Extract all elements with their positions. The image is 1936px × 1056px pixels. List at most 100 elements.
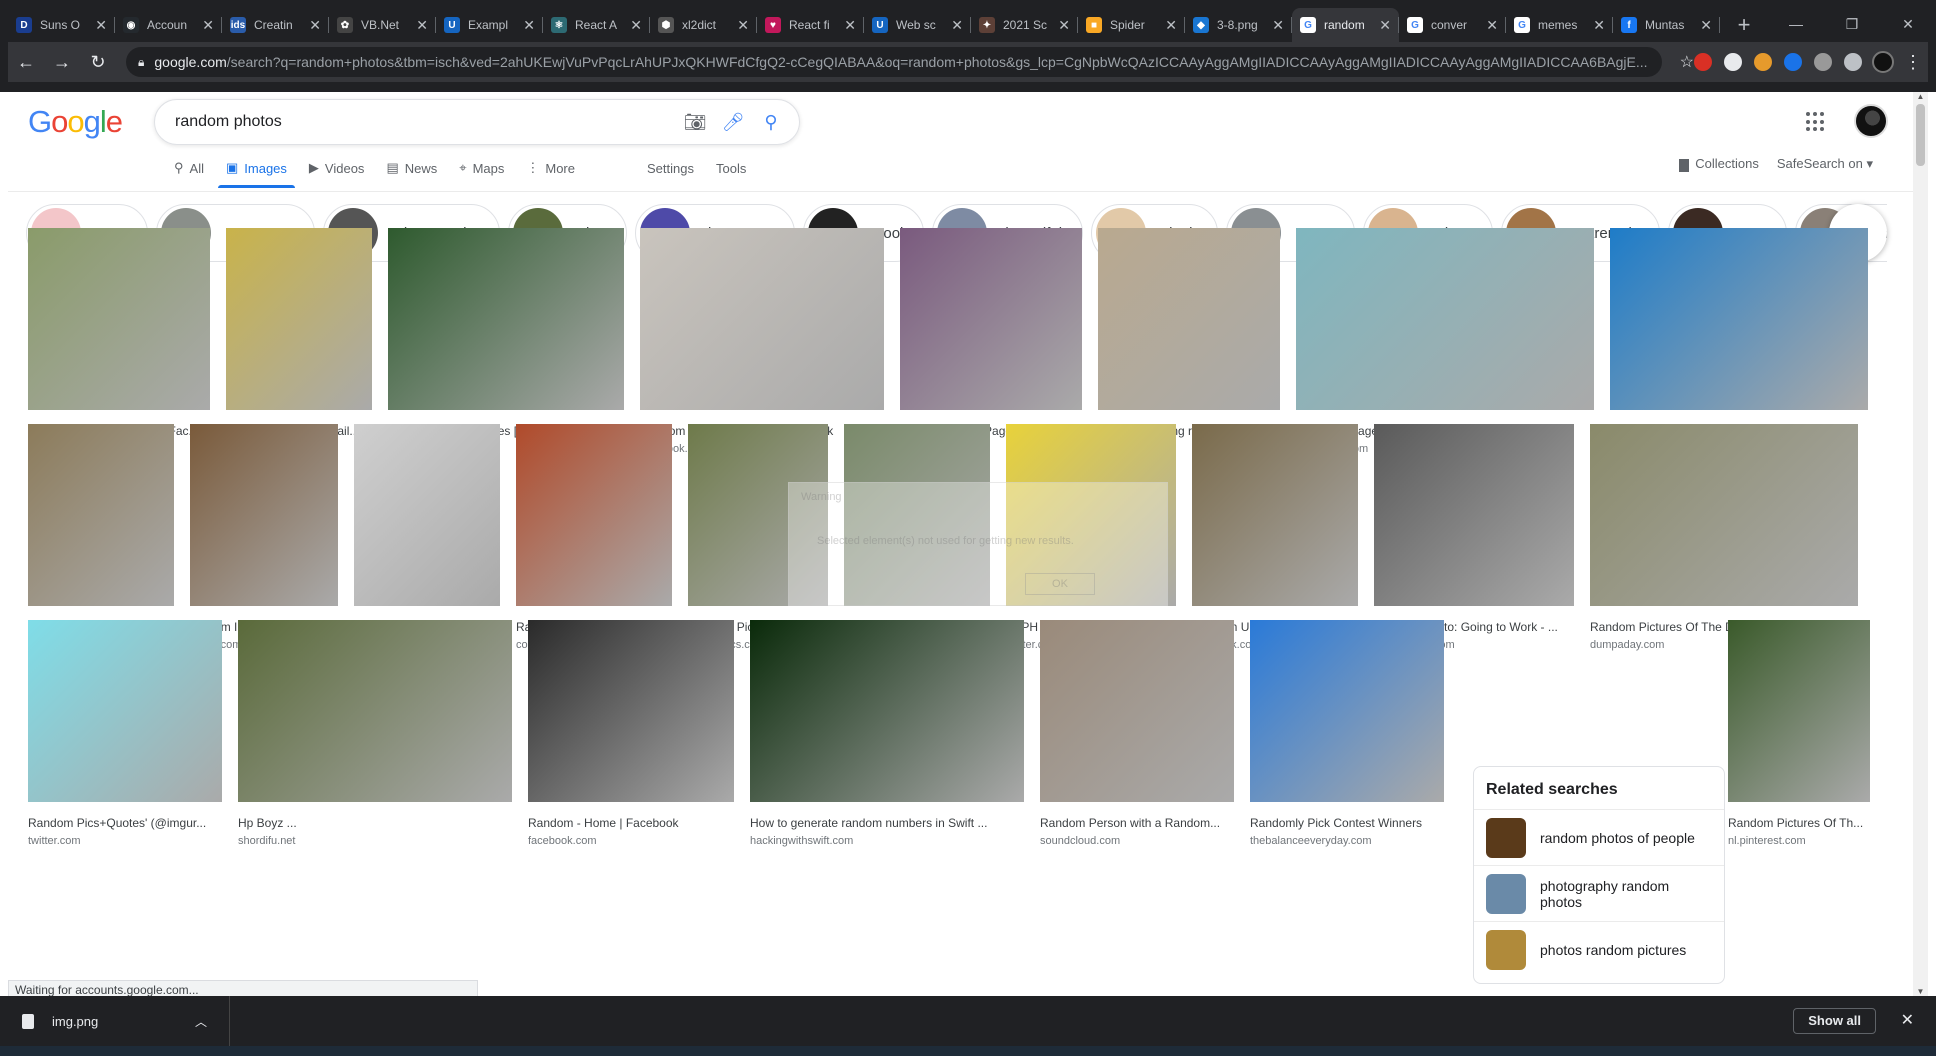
browser-tab[interactable]: ◉ Accoun ✕ xyxy=(115,8,222,42)
google-logo[interactable]: Google xyxy=(28,104,123,140)
result-thumbnail[interactable] xyxy=(1192,424,1358,606)
result-thumbnail[interactable] xyxy=(1296,228,1594,410)
related-search-item[interactable]: photography random photos xyxy=(1474,865,1724,921)
result-thumbnail[interactable] xyxy=(190,424,338,606)
new-tab-icon[interactable]: + xyxy=(1730,12,1758,38)
result-thumbnail[interactable] xyxy=(1098,228,1280,410)
result-thumbnail[interactable] xyxy=(28,228,210,410)
image-result[interactable]: random Image I found ...reddit.com xyxy=(190,424,338,651)
result-caption[interactable]: Random Person with a Random... xyxy=(1040,816,1234,830)
browser-tab[interactable]: ✦ 2021 Sc ✕ xyxy=(971,8,1078,42)
result-thumbnail[interactable] xyxy=(226,228,372,410)
close-icon[interactable]: ✕ xyxy=(1700,17,1712,34)
result-thumbnail[interactable] xyxy=(238,620,512,802)
result-thumbnail[interactable] xyxy=(750,620,1024,802)
result-caption[interactable]: How to generate random numbers in Swift … xyxy=(750,816,1024,830)
result-thumbnail[interactable] xyxy=(516,424,672,606)
result-caption[interactable]: Random Pics+Quotes' (@imgur... xyxy=(28,816,222,830)
image-result[interactable]: Hp Boyz ... shordifu.net xyxy=(238,620,512,847)
image-result[interactable]: Just A Random Page - Home |...facebook.c… xyxy=(900,228,1082,455)
close-icon[interactable]: ✕ xyxy=(844,17,856,34)
scroll-up-icon[interactable]: ▲ xyxy=(1913,92,1928,101)
close-icon[interactable]: ✕ xyxy=(1379,17,1391,34)
close-icon[interactable]: ✕ xyxy=(1165,17,1177,34)
scroll-down-icon[interactable]: ▼ xyxy=(1913,987,1928,996)
browser-tab[interactable]: U Web sc ✕ xyxy=(864,8,971,42)
image-result[interactable]: 100+ Random Pictures [HD] | Download ...… xyxy=(388,228,624,455)
close-icon[interactable]: ✕ xyxy=(1486,17,1498,34)
result-thumbnail[interactable] xyxy=(640,228,884,410)
reload-icon[interactable]: ↻ xyxy=(80,52,116,73)
result-thumbnail[interactable] xyxy=(1728,620,1870,802)
tab-maps[interactable]: ⌖ Maps xyxy=(459,154,504,182)
result-thumbnail[interactable] xyxy=(1374,424,1574,606)
close-icon[interactable]: ✕ xyxy=(95,17,107,34)
close-icon[interactable]: ✕ xyxy=(523,17,535,34)
result-thumbnail[interactable] xyxy=(1590,424,1858,606)
browser-tab[interactable]: Gmemes ✕ xyxy=(1506,8,1613,42)
extension-icon[interactable] xyxy=(1694,53,1712,71)
result-caption[interactable]: Randomly Pick Contest Winners xyxy=(1250,816,1444,830)
result-thumbnail[interactable] xyxy=(900,228,1082,410)
image-result[interactable]: Random Images - Home | Fac...facebook.co… xyxy=(28,228,210,455)
scrollbar[interactable]: ▲ ▼ xyxy=(1913,92,1928,996)
tab-news[interactable]: ▤ News xyxy=(386,154,437,182)
close-icon[interactable]: ✕ xyxy=(1272,17,1284,34)
image-result[interactable]: Random Unsolicited Dik-di...facebook.com xyxy=(1192,424,1358,651)
browser-tab[interactable]: D Suns O ✕ xyxy=(8,8,115,42)
image-result[interactable]: Randomly Pick Contest Winners thebalancee… xyxy=(1250,620,1444,847)
related-search-item[interactable]: photos random pictures xyxy=(1474,921,1724,977)
browser-tab[interactable]: ◆ 3-8.png ✕ xyxy=(1185,8,1292,42)
apps-icon[interactable] xyxy=(1806,112,1826,132)
result-thumbnail[interactable] xyxy=(354,424,500,606)
image-result[interactable]: Random Photo: Going to Work - ...majorge… xyxy=(1374,424,1574,651)
search-icon[interactable]: ⚲ xyxy=(757,112,785,133)
browser-tab[interactable]: Gconver ✕ xyxy=(1399,8,1506,42)
chevron-up-icon[interactable]: ︿ xyxy=(195,1013,207,1030)
image-result[interactable]: Random Pictures - Dail...pinterest.com xyxy=(28,424,174,651)
extension-icon[interactable] xyxy=(1814,53,1832,71)
image-result[interactable]: Random - Home | Facebook facebook.com xyxy=(528,620,734,847)
result-caption[interactable]: Hp Boyz ... xyxy=(238,816,512,830)
browser-tab[interactable]: ■ Spider ✕ xyxy=(1078,8,1185,42)
browser-tab[interactable]: ✿ VB.Net ✕ xyxy=(329,8,436,42)
close-icon[interactable]: ✕ xyxy=(737,17,749,34)
restore-icon[interactable]: ❐ xyxy=(1824,8,1880,40)
forward-icon[interactable]: → xyxy=(44,52,80,73)
address-bar[interactable]: 🔒︎ google.com /search?q=random+photos&tb… xyxy=(126,47,1662,77)
close-icon[interactable]: ✕ xyxy=(951,17,963,34)
image-result[interactable]: Random Pictures Of Th... nl.pinterest.com xyxy=(1728,620,1870,847)
close-icon[interactable]: ✕ xyxy=(309,17,321,34)
tools-link[interactable]: Tools xyxy=(716,154,746,182)
related-search-item[interactable]: random photos of people xyxy=(1474,809,1724,865)
image-result[interactable]: Random Person with a Random... soundcloud… xyxy=(1040,620,1234,847)
collections-link[interactable]: Collections xyxy=(1679,156,1759,172)
result-caption[interactable]: Random Pictures Of Th... xyxy=(1728,816,1870,830)
minimize-icon[interactable]: — xyxy=(1768,8,1824,40)
image-result[interactable]: Random Pics+Quotes' (@imgur... twitter.co… xyxy=(28,620,222,847)
result-thumbnail[interactable] xyxy=(1040,620,1234,802)
image-result[interactable]: Day 3 of posting random ima...reddit.com xyxy=(1098,228,1280,455)
browser-tab[interactable]: Grandom ✕ xyxy=(1292,8,1399,42)
image-result[interactable]: Random Pictures - Dail...pinterest.se xyxy=(226,228,372,455)
safesearch-toggle[interactable]: SafeSearch on ▾ xyxy=(1777,156,1873,172)
download-item[interactable]: img.png ︿ xyxy=(0,996,230,1046)
close-window-icon[interactable]: ✕ xyxy=(1880,8,1936,40)
close-icon[interactable]: ✕ xyxy=(1593,17,1605,34)
puzzle-icon[interactable] xyxy=(1844,53,1862,71)
browser-tab[interactable]: f Muntas ✕ xyxy=(1613,8,1720,42)
browser-tab[interactable]: ⬢ xl2dict ✕ xyxy=(650,8,757,42)
microphone-icon[interactable]: 🎤︎ xyxy=(719,112,747,133)
result-thumbnail[interactable] xyxy=(28,424,174,606)
image-result[interactable]: 100+ Random Pictures [HD] | Download ...… xyxy=(1610,228,1868,455)
extension-icon[interactable] xyxy=(1784,53,1802,71)
browser-tab[interactable]: ⚛ React A ✕ xyxy=(543,8,650,42)
extension-icon[interactable] xyxy=(1724,53,1742,71)
settings-link[interactable]: Settings xyxy=(647,154,694,182)
result-thumbnail[interactable] xyxy=(28,620,222,802)
close-icon[interactable]: ✕ xyxy=(630,17,642,34)
result-caption[interactable]: Random - Home | Facebook xyxy=(528,816,734,830)
tab-images[interactable]: ▣ Images xyxy=(217,154,295,188)
result-thumbnail[interactable] xyxy=(388,228,624,410)
search-input[interactable]: random photos 📷︎ 🎤︎ ⚲ xyxy=(154,99,800,145)
